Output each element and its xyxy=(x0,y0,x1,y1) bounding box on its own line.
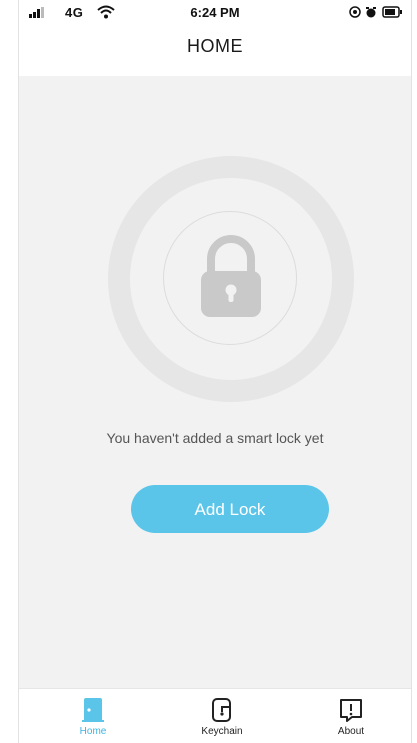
lock-illustration xyxy=(108,156,354,402)
padlock-icon xyxy=(201,235,261,317)
battery-icon xyxy=(382,6,402,18)
tab-home[interactable]: Home xyxy=(53,689,133,743)
door-icon xyxy=(82,698,104,722)
tab-about[interactable]: About xyxy=(311,689,391,743)
status-icons xyxy=(349,6,402,18)
tab-home-label: Home xyxy=(79,726,107,737)
keychain-icon xyxy=(212,698,231,722)
tab-keychain[interactable]: Keychain xyxy=(182,689,262,743)
lock-ring-inner xyxy=(163,211,297,345)
add-lock-button[interactable]: Add Lock xyxy=(131,485,329,533)
tab-about-label: About xyxy=(337,726,365,737)
navigation-bar: HOME xyxy=(19,24,411,76)
lock-ring xyxy=(130,178,332,380)
info-icon xyxy=(340,699,362,722)
screen: 4G 6:24 PM HOME You haven't added a smar… xyxy=(0,0,417,743)
alarm-icon xyxy=(366,7,376,18)
app-window: 4G 6:24 PM HOME You haven't added a smar… xyxy=(18,0,412,743)
page-title: HOME xyxy=(187,36,243,56)
tab-keychain-label: Keychain xyxy=(201,726,243,737)
empty-state-message: You haven't added a smart lock yet xyxy=(106,430,324,446)
status-bar: 4G 6:24 PM xyxy=(19,0,411,24)
tab-bar: Home Keychain About xyxy=(19,688,411,743)
location-icon xyxy=(349,6,361,18)
main-content: You haven't added a smart lock yet Add L… xyxy=(19,76,411,688)
